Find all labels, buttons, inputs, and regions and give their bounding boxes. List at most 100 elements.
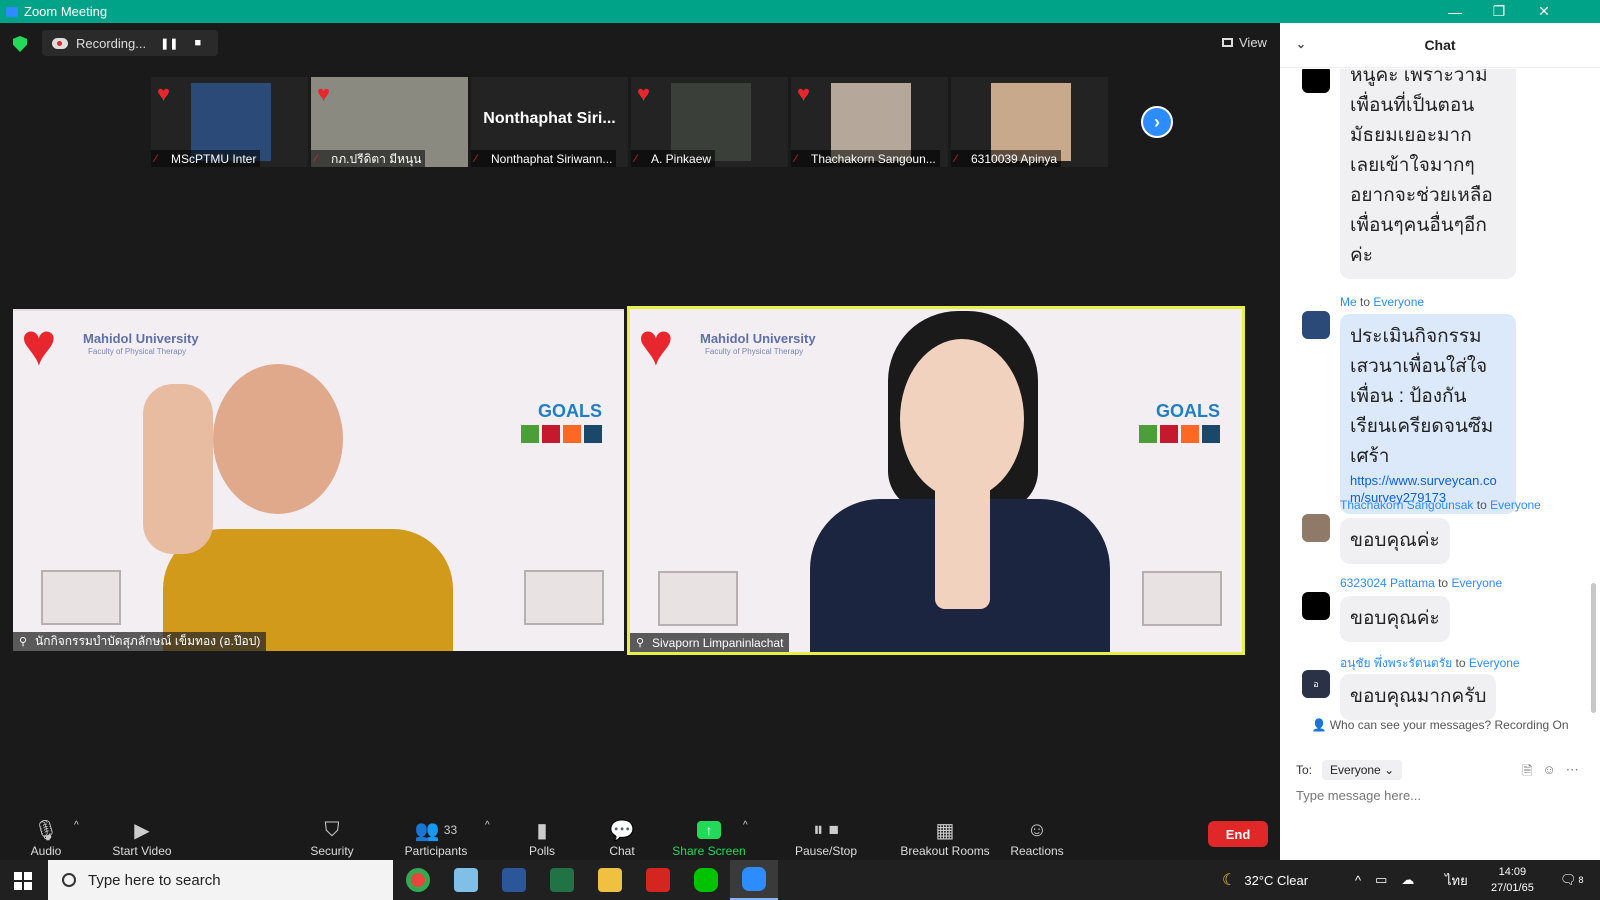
sdg-icons [521, 425, 602, 443]
pin-icon: ⚲ [636, 636, 645, 649]
word-icon[interactable] [490, 860, 538, 900]
stop-recording-button[interactable]: ■ [195, 37, 202, 49]
to-word: to [1438, 576, 1449, 590]
polls-button[interactable]: ▮ Polls [526, 818, 558, 859]
more-options-icon[interactable]: ⋯ [1566, 762, 1579, 784]
chat-scrollbar[interactable] [1591, 583, 1596, 713]
system-tray-icons[interactable]: ^ ▭ ☁ [1355, 860, 1414, 900]
participant-thumbnail[interactable]: ♥ ⁄ MScPTMU Inter [151, 77, 308, 167]
meeting-stage: Recording... ❚❚ ■ View ♥ ⁄ MScPTMU Inter … [0, 23, 1280, 810]
start-video-label: Start Video [112, 844, 172, 858]
encryption-shield-icon[interactable] [13, 36, 27, 52]
title-bar: Zoom Meeting — ❐ ✕ [0, 0, 1600, 23]
building-illustration [524, 570, 604, 625]
video-tile[interactable]: Mahidol University Faculty of Physical T… [13, 309, 624, 651]
notification-icon: 🗨 [1560, 872, 1577, 887]
participant-name: MScPTMU Inter [171, 152, 257, 166]
mic-muted-icon: ⁄ [955, 153, 957, 165]
message-meta: Thachakorn Sangounsak to Everyone [1340, 498, 1541, 512]
pause-recording-button[interactable]: ❚❚ [160, 37, 178, 50]
participant-big-name: Nonthaphat Siri... [483, 110, 616, 127]
sender-name: Me [1340, 295, 1357, 309]
security-label: Security [310, 844, 354, 858]
excel-icon[interactable] [538, 860, 586, 900]
heart-reaction-icon: ♥ [637, 81, 651, 106]
participants-options-caret[interactable]: ^ [485, 820, 490, 831]
heart-reaction-icon: ♥ [21, 311, 57, 378]
chrome-icon[interactable] [394, 860, 442, 900]
participant-thumbnail[interactable]: ♥ ⁄ Thachakorn Sangoun... [791, 77, 948, 167]
video-name-label: ⚲ Sivaporn Limpaninlachat [630, 633, 790, 652]
notifications-button[interactable]: 🗨 8 [1560, 860, 1584, 900]
who-can-see-label: Who can see your messages? Recording On [1329, 718, 1569, 732]
close-button[interactable]: ✕ [1521, 0, 1567, 23]
building-illustration [658, 571, 738, 626]
reactions-button[interactable]: ☺ Reactions [1009, 818, 1065, 859]
emoji-icon[interactable]: ☺ [1542, 762, 1555, 784]
participant-thumbnail[interactable]: ♥ ⁄ A. Pinkaew [631, 77, 788, 167]
files-icon[interactable] [442, 860, 490, 900]
windows-start-button[interactable] [14, 872, 32, 890]
restore-button[interactable]: ❐ [1476, 0, 1522, 23]
minimize-button[interactable]: — [1432, 0, 1478, 23]
message-meta: Me to Everyone [1340, 295, 1424, 309]
recipient-select[interactable]: Everyone ⌄ [1322, 760, 1403, 780]
breakout-rooms-button[interactable]: ▦ Breakout Rooms [900, 818, 990, 859]
language-indicator[interactable]: ไทย [1445, 860, 1468, 900]
participant-name: Nonthaphat Siriwann... [491, 152, 613, 166]
participant-name: Thachakorn Sangoun... [811, 152, 936, 166]
file-icon[interactable]: 🗎 [1522, 762, 1532, 784]
next-page-button[interactable]: › [1141, 106, 1173, 138]
zoom-icon[interactable] [730, 860, 778, 900]
acrobat-icon[interactable] [634, 860, 682, 900]
sdg-icons [1139, 425, 1220, 443]
audio-options-caret[interactable]: ^ [74, 820, 79, 831]
start-video-button[interactable]: ▶ Start Video [106, 818, 178, 859]
active-speaker-video-tile[interactable]: Mahidol University Faculty of Physical T… [627, 306, 1245, 655]
participant-thumbnail[interactable]: ♥ ⁄ กภ.ปรีดิตา มีหนุน [311, 77, 468, 167]
person-head [213, 364, 343, 514]
person-icon: 👤 [1311, 718, 1330, 732]
recipient-name: Everyone [1490, 498, 1541, 512]
share-options-caret[interactable]: ^ [743, 820, 748, 831]
slide-subtitle: Faculty of Physical Therapy [88, 347, 187, 356]
zoom-logo-icon [6, 6, 18, 17]
weather-widget[interactable]: ☾ 32°C Clear [1222, 860, 1308, 900]
heart-reaction-icon: ♥ [638, 311, 674, 378]
collapse-chat-chevron-icon[interactable]: ⌄ [1296, 37, 1306, 51]
audio-button[interactable]: 🎙 Audio [28, 818, 64, 859]
participants-button[interactable]: 👥 33 Participants [403, 818, 469, 859]
building-illustration [1142, 571, 1222, 626]
explorer-icon[interactable] [586, 860, 634, 900]
sender-avatar [1302, 311, 1330, 339]
taskbar-search-box[interactable]: Type here to search [48, 860, 393, 900]
chat-actions: 🗎 ☺ ⋯ [1522, 762, 1579, 784]
participant-thumbnail[interactable]: ⁄ 6310039 Apinya [951, 77, 1108, 167]
line-icon[interactable] [682, 860, 730, 900]
end-meeting-button[interactable]: End [1208, 821, 1268, 847]
taskbar-clock[interactable]: 14:09 27/01/65 [1491, 864, 1534, 896]
view-button[interactable]: View [1222, 35, 1267, 50]
participants-icon: 👥 33 [414, 819, 458, 842]
chat-message-list[interactable]: หนูค่ะ เพราะว่ามีเพื่อนที่เป็นตอนมัธยมเย… [1280, 69, 1600, 729]
chat-label: Chat [609, 844, 635, 858]
recording-indicator: Recording... ❚❚ ■ [42, 30, 218, 56]
message-meta: 6323024 Pattama to Everyone [1340, 576, 1502, 590]
security-button[interactable]: ⛉ Security [308, 818, 356, 859]
participant-thumbnail[interactable]: Nonthaphat Siri... ⁄ Nonthaphat Siriwann.… [471, 77, 628, 167]
sender-avatar [1302, 514, 1330, 542]
video-participant-name: Sivaporn Limpaninlachat [652, 635, 784, 650]
who-can-see-messages[interactable]: 👤 Who can see your messages? Recording O… [1280, 718, 1600, 732]
sender-name: Thachakorn Sangounsak [1340, 498, 1474, 512]
breakout-rooms-label: Breakout Rooms [900, 844, 990, 858]
video-name-label: ⚲ นักกิจกรรมบำบัดสุภลักษณ์ เข็มทอง (อ.ป๊อ… [13, 632, 267, 651]
share-screen-button[interactable]: ↑ Share Screen [672, 818, 746, 858]
message-input[interactable]: Type message here... [1296, 788, 1421, 803]
chat-button[interactable]: 💬 Chat [607, 818, 637, 859]
participant-name: กภ.ปรีดิตา มีหนุน [331, 151, 422, 166]
recipient-name: Everyone [1451, 576, 1503, 590]
notification-count: 8 [1578, 875, 1584, 885]
mic-muted-icon: ⁄ [635, 153, 637, 165]
sender-avatar [1302, 592, 1330, 620]
building-illustration [41, 570, 121, 625]
